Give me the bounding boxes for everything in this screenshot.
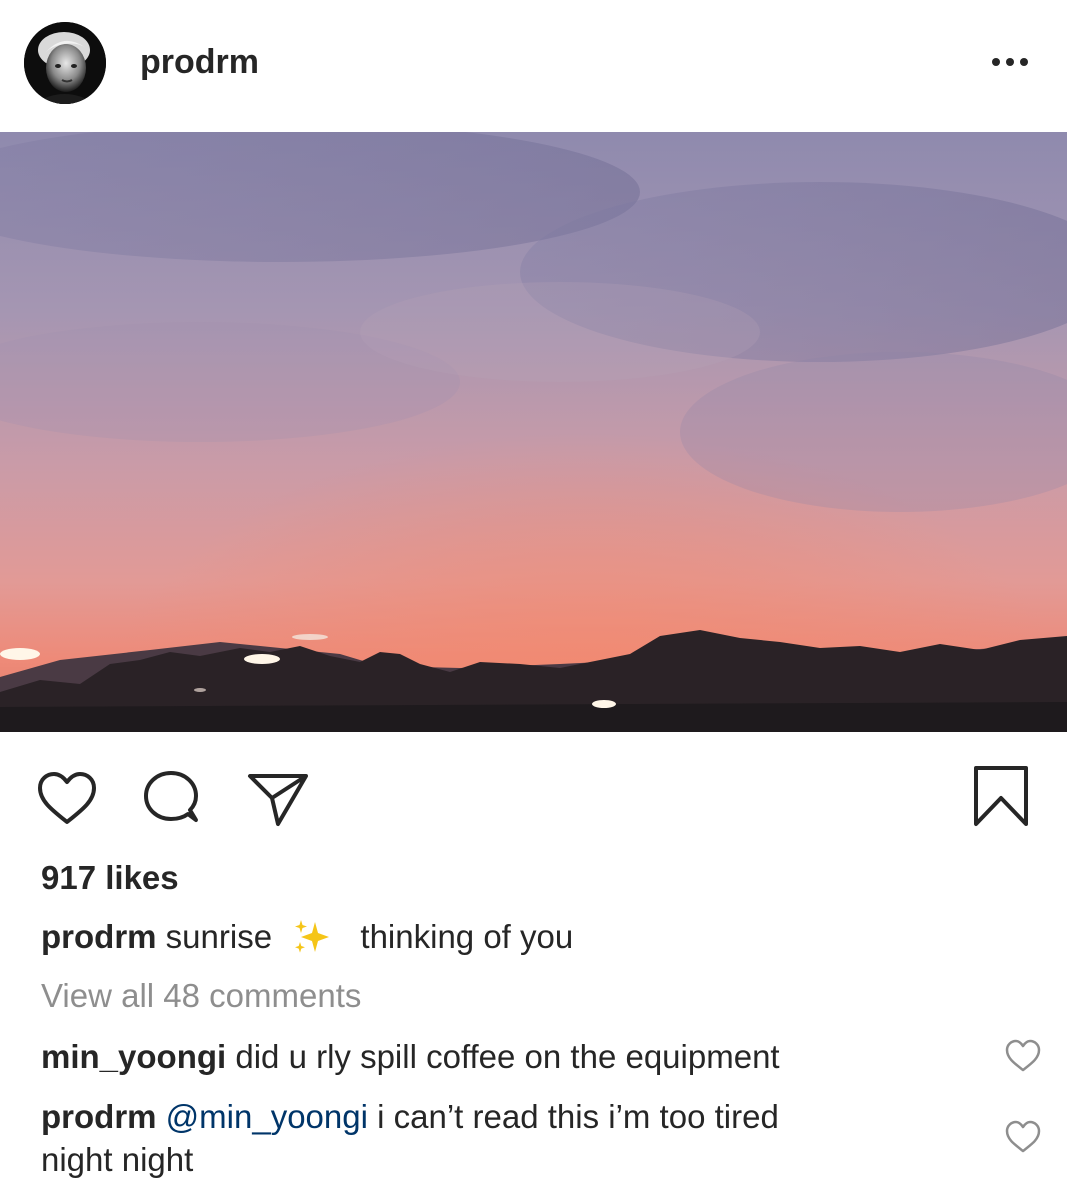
comment-heart-icon[interactable] [1004, 1037, 1042, 1075]
caption-text-before: sunrise [165, 918, 273, 955]
sparkles-emoji-icon [291, 918, 337, 956]
heart-icon[interactable] [34, 766, 100, 832]
comment-username[interactable]: prodrm [41, 1098, 157, 1135]
comment-heart-icon[interactable] [1004, 1118, 1042, 1156]
comment-item: min_yoongi did u rly spill coffee on the… [41, 1035, 941, 1078]
post-header: prodrm [0, 0, 1067, 130]
paper-plane-icon[interactable] [244, 766, 310, 832]
comment-text-continued: night night [41, 1141, 194, 1178]
more-options-icon[interactable] [980, 40, 1040, 84]
comment-mention[interactable]: @min_yoongi [166, 1098, 368, 1135]
view-all-comments-link[interactable]: View all 48 comments [41, 976, 361, 1016]
post-caption: prodrm sunrise thinking of you [41, 917, 1021, 957]
avatar[interactable] [24, 22, 106, 104]
comment-text: did u rly spill coffee on the equipment [235, 1038, 780, 1075]
likes-count[interactable]: 917 likes [41, 858, 179, 898]
post-photo[interactable] [0, 132, 1067, 732]
comment-username[interactable]: min_yoongi [41, 1038, 226, 1075]
comment-bubble-icon[interactable] [138, 766, 204, 832]
bookmark-icon[interactable] [966, 762, 1036, 832]
caption-username[interactable]: prodrm [41, 918, 157, 955]
caption-text-after: thinking of you [360, 918, 574, 955]
post-username[interactable]: prodrm [140, 42, 259, 82]
comment-text: i can’t read this i’m too tired [377, 1098, 779, 1135]
comment-item: prodrm @min_yoongi i can’t read this i’m… [41, 1095, 941, 1181]
action-bar [0, 740, 1067, 850]
